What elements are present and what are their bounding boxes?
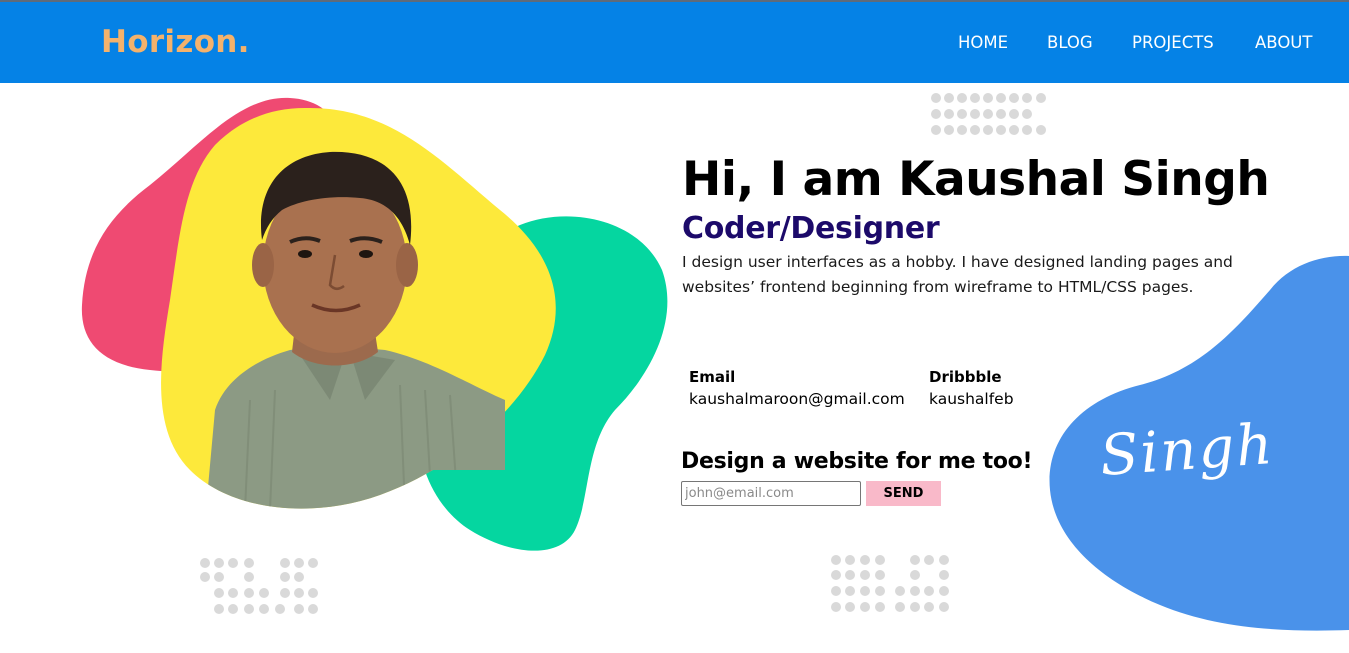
dot-pattern-bottom-center bbox=[831, 555, 949, 612]
signature-text: Singh bbox=[1097, 412, 1277, 489]
dribbble-value: kaushalfeb bbox=[929, 390, 1014, 408]
nav-blog-link[interactable]: BLOG bbox=[1047, 33, 1093, 52]
dribbble-label: Dribbble bbox=[929, 368, 1002, 386]
dot-pattern-bottom-left bbox=[200, 558, 318, 614]
hero-title: Hi, I am Kaushal Singh bbox=[682, 152, 1270, 207]
nav-projects-link[interactable]: PROJECTS bbox=[1132, 33, 1214, 52]
person-shirt bbox=[205, 345, 505, 509]
hero-role: Coder/Designer bbox=[682, 211, 940, 246]
nav-home-link[interactable]: HOME bbox=[958, 33, 1008, 52]
cta-heading: Design a website for me too! bbox=[681, 449, 1033, 474]
brand-logo[interactable]: Horizon. bbox=[101, 24, 250, 60]
hero-description: I design user interfaces as a hobby. I h… bbox=[682, 253, 1233, 296]
navbar: Horizon. HOME BLOG PROJECTS ABOUT bbox=[0, 2, 1349, 83]
email-label: Email bbox=[689, 368, 736, 386]
email-value: kaushalmaroon@gmail.com bbox=[689, 390, 905, 408]
nav-about-link[interactable]: ABOUT bbox=[1255, 33, 1312, 52]
send-button[interactable]: SEND bbox=[866, 481, 941, 506]
dot-pattern-top bbox=[931, 93, 1046, 135]
email-input[interactable] bbox=[681, 481, 861, 506]
